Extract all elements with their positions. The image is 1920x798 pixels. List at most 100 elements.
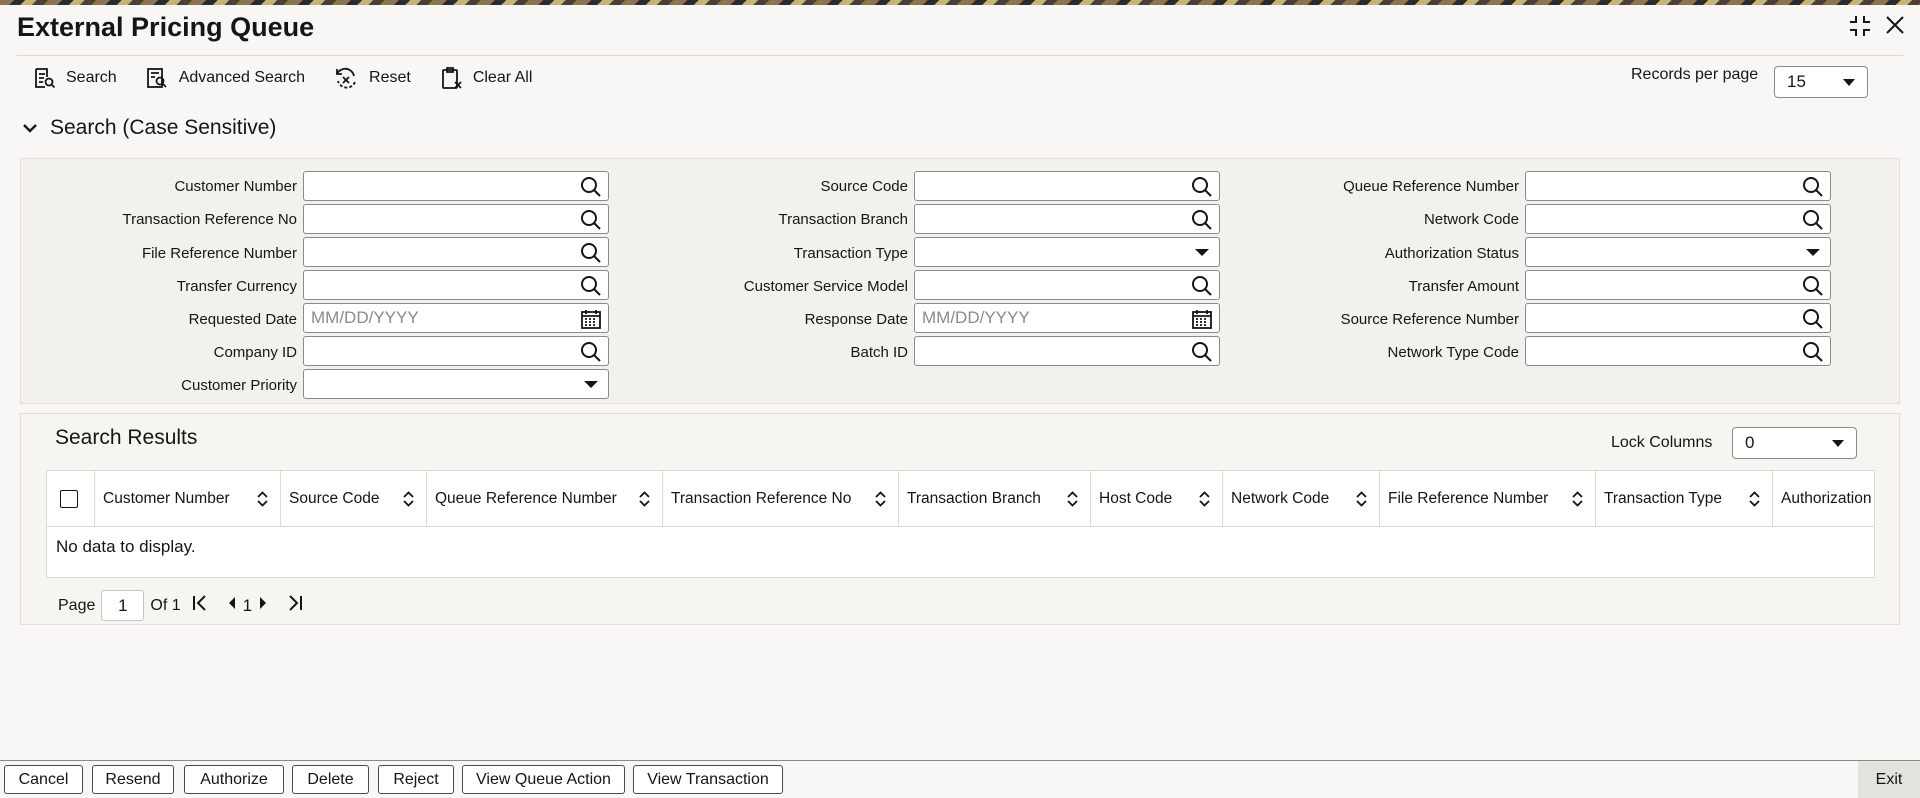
- transaction-branch-input[interactable]: [914, 204, 1220, 234]
- cancel-button[interactable]: Cancel: [4, 765, 83, 794]
- minimize-icon[interactable]: [1848, 14, 1872, 38]
- search-icon[interactable]: [580, 242, 602, 269]
- footer-bar: Cancel Resend Authorize Delete Reject Vi…: [0, 760, 1920, 798]
- sort-icon[interactable]: [1067, 491, 1078, 512]
- file-reference-number-label: File Reference Number: [141, 245, 297, 262]
- exit-button[interactable]: Exit: [1858, 761, 1920, 798]
- column-header[interactable]: Network Code: [1223, 471, 1380, 527]
- view-queue-action-button[interactable]: View Queue Action: [462, 765, 625, 794]
- search-icon[interactable]: [1802, 341, 1824, 368]
- search-icon[interactable]: [580, 275, 602, 302]
- batch-id-input[interactable]: [914, 336, 1220, 366]
- column-header[interactable]: Queue Reference Number: [427, 471, 663, 527]
- toolbar: Search Advanced Search Reset Clear All: [32, 66, 532, 90]
- network-code-input[interactable]: [1525, 204, 1831, 234]
- search-icon[interactable]: [580, 176, 602, 203]
- column-header[interactable]: Transaction Reference No: [663, 471, 899, 527]
- first-page-icon[interactable]: [191, 594, 209, 617]
- reset-icon: [336, 67, 356, 89]
- queue-reference-number-input[interactable]: [1525, 171, 1831, 201]
- next-page-icon[interactable]: [258, 596, 268, 615]
- search-section-toggle[interactable]: Search (Case Sensitive): [22, 116, 276, 140]
- transfer-amount-input[interactable]: [1525, 270, 1831, 300]
- transaction-reference-no-input[interactable]: [303, 204, 609, 234]
- lock-columns-select[interactable]: 0: [1732, 427, 1857, 459]
- column-header[interactable]: Transaction Type: [1596, 471, 1773, 527]
- customer-priority-select[interactable]: [303, 369, 609, 399]
- sort-icon[interactable]: [1356, 491, 1367, 512]
- sort-icon[interactable]: [639, 491, 650, 512]
- search-button[interactable]: Search: [32, 66, 117, 90]
- search-icon[interactable]: [1191, 176, 1213, 203]
- company-id-input[interactable]: [303, 336, 609, 366]
- search-icon[interactable]: [580, 341, 602, 368]
- last-page-icon[interactable]: [286, 594, 304, 617]
- file-reference-number-input[interactable]: [303, 237, 609, 267]
- search-icon[interactable]: [1191, 209, 1213, 236]
- page-number-input[interactable]: 1: [101, 590, 145, 621]
- sort-icon[interactable]: [403, 491, 414, 512]
- transaction-type-select[interactable]: [914, 237, 1220, 267]
- no-data-message: No data to display.: [56, 537, 196, 556]
- column-label: Customer Number: [103, 490, 230, 507]
- customer-service-model-input[interactable]: [914, 270, 1220, 300]
- authorization-status-select[interactable]: [1525, 237, 1831, 267]
- transfer-currency-label: Transfer Currency: [176, 278, 297, 295]
- search-icon[interactable]: [1802, 209, 1824, 236]
- sort-icon[interactable]: [1749, 491, 1760, 512]
- sort-icon[interactable]: [875, 491, 886, 512]
- search-icon[interactable]: [1802, 275, 1824, 302]
- column-header[interactable]: Host Code: [1091, 471, 1223, 527]
- authorize-button[interactable]: Authorize: [184, 765, 284, 794]
- column-header[interactable]: Source Code: [281, 471, 427, 527]
- source-code-input[interactable]: [914, 171, 1220, 201]
- delete-button[interactable]: Delete: [292, 765, 369, 794]
- calendar-icon[interactable]: [580, 308, 602, 335]
- column-header[interactable]: Authorization: [1773, 471, 1874, 527]
- calendar-icon[interactable]: [1191, 308, 1213, 335]
- lock-columns-value: 0: [1745, 433, 1755, 452]
- column-header[interactable]: File Reference Number: [1380, 471, 1596, 527]
- transfer-currency-input[interactable]: [303, 270, 609, 300]
- search-icon[interactable]: [1802, 176, 1824, 203]
- network-type-code-input[interactable]: [1525, 336, 1831, 366]
- sort-icon[interactable]: [1572, 491, 1583, 512]
- search-icon[interactable]: [1191, 275, 1213, 302]
- column-header[interactable]: Customer Number: [95, 471, 281, 527]
- requested-date-input[interactable]: MM/DD/YYYY: [303, 303, 609, 333]
- reset-button[interactable]: Reset: [333, 66, 411, 90]
- records-per-page-select[interactable]: 15: [1774, 66, 1868, 98]
- source-reference-number-input[interactable]: [1525, 303, 1831, 333]
- prev-page-icon[interactable]: [227, 596, 237, 615]
- search-icon[interactable]: [580, 209, 602, 236]
- select-all-checkbox[interactable]: [60, 490, 78, 508]
- sort-icon[interactable]: [257, 491, 268, 512]
- clear-all-label: Clear All: [472, 69, 533, 86]
- search-criteria-panel: Customer Number Transaction Reference No…: [20, 158, 1900, 404]
- search-icon[interactable]: [1802, 308, 1824, 335]
- view-transaction-button[interactable]: View Transaction: [633, 765, 783, 794]
- authorization-status-label: Authorization Status: [1384, 245, 1519, 262]
- reject-button[interactable]: Reject: [378, 765, 454, 794]
- header-decoration: [0, 0, 1920, 5]
- search-doc-icon: [35, 68, 56, 89]
- current-page[interactable]: 1: [243, 596, 252, 616]
- close-icon[interactable]: [1884, 14, 1906, 38]
- chevron-down-icon: [23, 124, 37, 133]
- customer-number-input[interactable]: [303, 171, 609, 201]
- advanced-search-button[interactable]: Advanced Search: [145, 66, 305, 90]
- column-label: File Reference Number: [1388, 490, 1549, 507]
- chevron-down-icon: [1806, 249, 1820, 256]
- advanced-search-label: Advanced Search: [178, 69, 306, 86]
- column-label: Transaction Type: [1604, 490, 1723, 507]
- response-date-input[interactable]: MM/DD/YYYY: [914, 303, 1220, 333]
- sort-icon[interactable]: [1199, 491, 1210, 512]
- clear-all-button[interactable]: Clear All: [439, 66, 533, 90]
- column-label: Host Code: [1099, 490, 1173, 507]
- search-icon[interactable]: [1191, 341, 1213, 368]
- column-header[interactable]: Transaction Branch: [899, 471, 1091, 527]
- records-per-page-value: 15: [1787, 72, 1806, 91]
- network-code-label: Network Code: [1423, 211, 1519, 228]
- resend-button[interactable]: Resend: [92, 765, 174, 794]
- advanced-search-icon: [146, 68, 167, 88]
